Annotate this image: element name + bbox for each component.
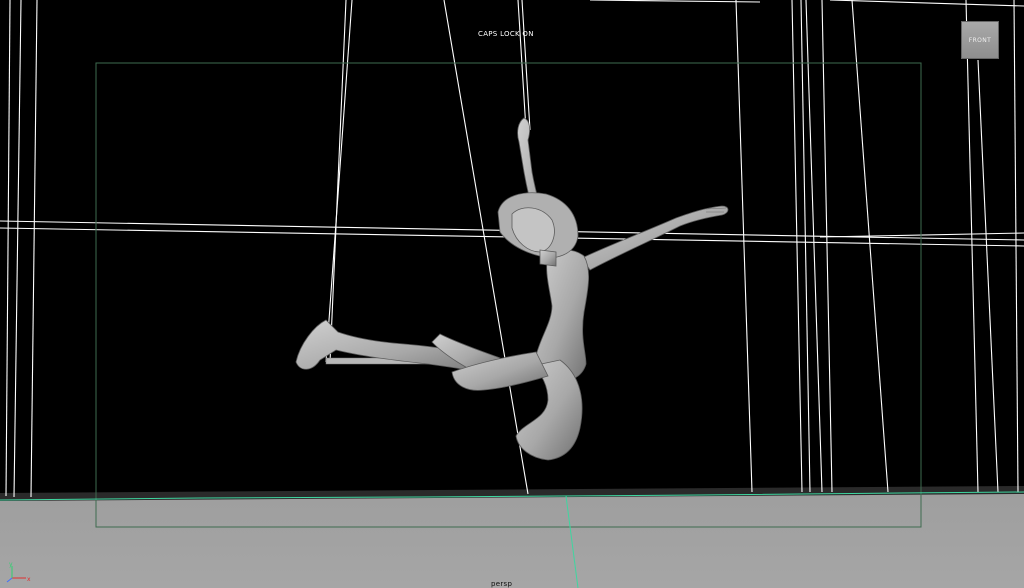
axis-indicator-icon: x y <box>6 562 31 583</box>
resolution-gate <box>95 62 922 528</box>
axis-y-label: y <box>9 562 13 568</box>
character-model[interactable] <box>295 117 729 461</box>
set-wireframe <box>0 0 1024 498</box>
view-cube-face-label: FRONT <box>968 36 992 44</box>
maya-viewport[interactable]: CAPS LOCK ON FRONT x y persp <box>0 0 1024 588</box>
scene-render[interactable] <box>0 0 1024 588</box>
caps-lock-indicator: CAPS LOCK ON <box>478 30 534 38</box>
ground-plane <box>0 486 1024 588</box>
axis-x-label: x <box>27 576 31 583</box>
camera-name-label: persp <box>491 580 513 588</box>
view-cube[interactable]: FRONT <box>961 21 999 59</box>
